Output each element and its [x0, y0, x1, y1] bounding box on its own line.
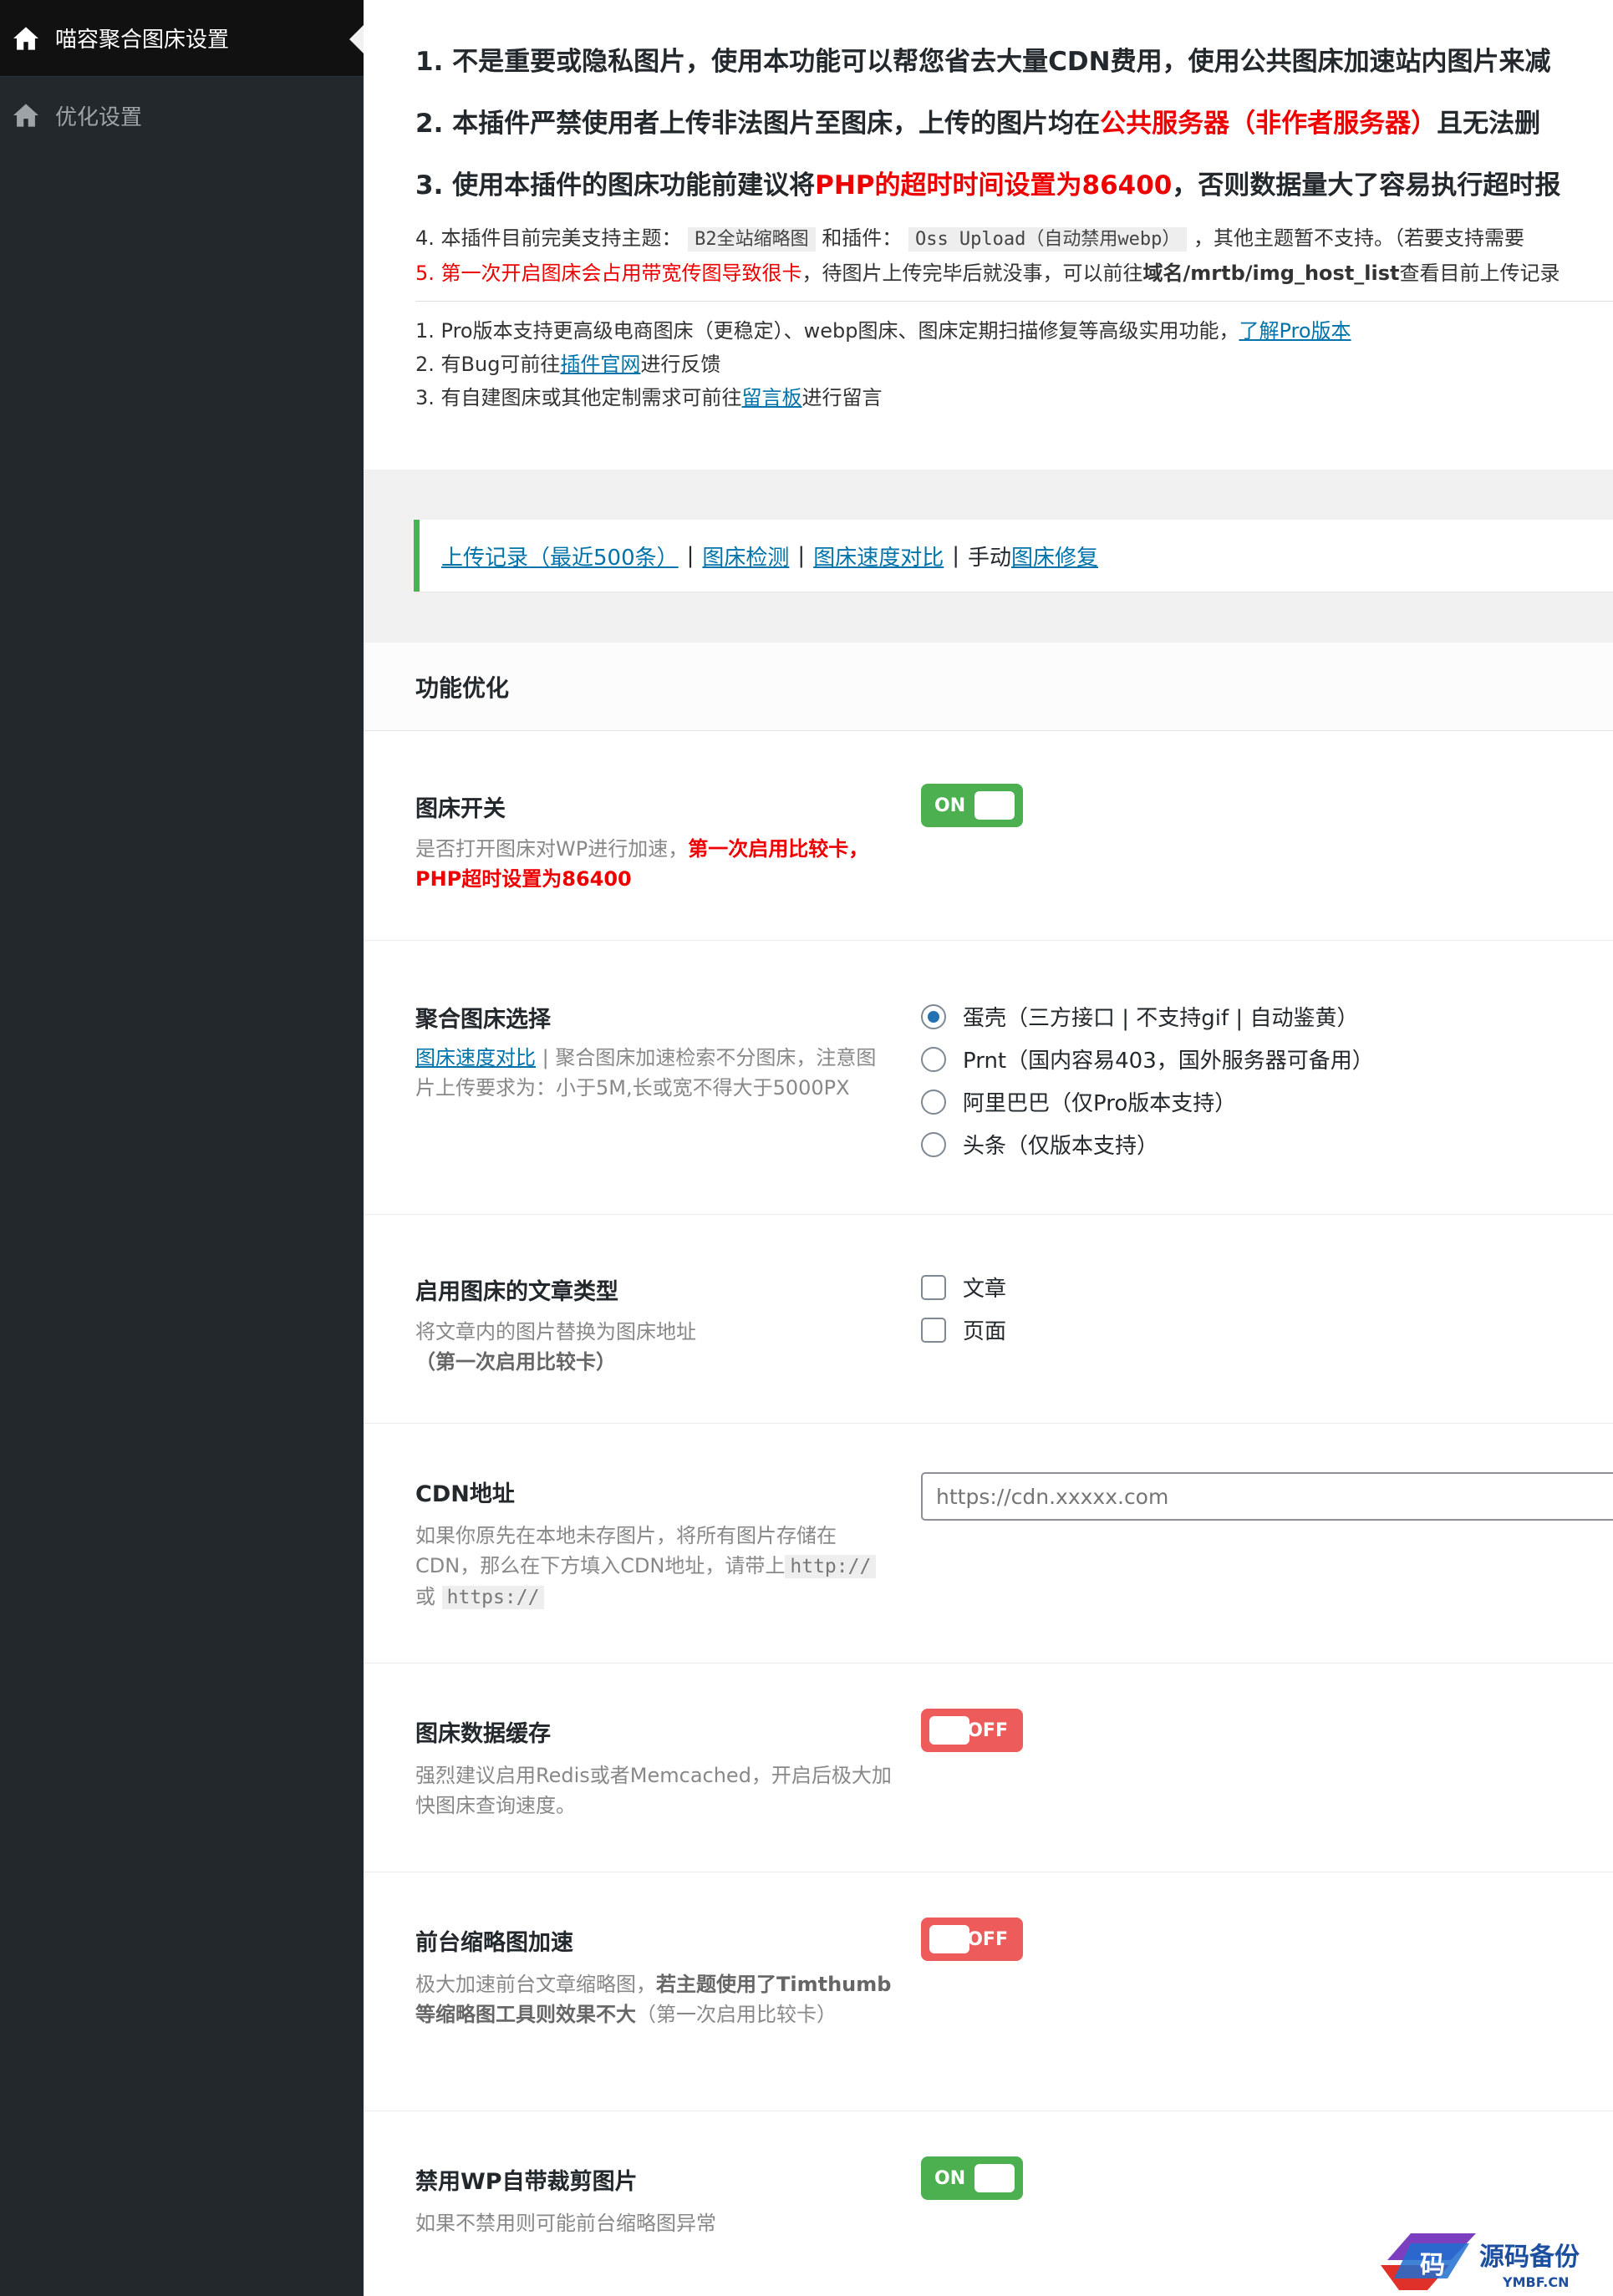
- setting-desc: 如果你原先在本地未存图片，将所有图片存储在CDN，那么在下方填入CDN地址，请带…: [415, 1521, 892, 1613]
- setting-label: 禁用WP自带裁剪图片: [415, 2169, 638, 2195]
- watermark-logo: 码 源码备份 YMBF.CN: [1377, 2227, 1613, 2296]
- setting-desc: 如果不禁用则可能前台缩略图异常: [415, 2212, 716, 2235]
- svg-text:码: 码: [1420, 2251, 1445, 2280]
- svg-text:YMBF.CN: YMBF.CN: [1502, 2274, 1570, 2290]
- speed-compare-link[interactable]: 图床速度对比: [415, 1046, 536, 1069]
- notice-box: 1. 不是重要或隐私图片，使用本功能可以帮您省去大量CDN费用，使用公共图床加速…: [364, 0, 1613, 470]
- setting-label: 图床开关: [415, 796, 506, 822]
- checkbox[interactable]: [921, 1317, 946, 1343]
- sidebar-item-label: 优化设置: [55, 104, 143, 130]
- radio-button[interactable]: [921, 1003, 946, 1029]
- upload-records-link[interactable]: 上传记录（最近500条）: [441, 541, 679, 571]
- host-check-link[interactable]: 图床检测: [702, 541, 789, 571]
- thumbnail-toggle[interactable]: OFF: [921, 1918, 1023, 1961]
- cdn-url-input[interactable]: [921, 1472, 1613, 1521]
- notice-divider: [415, 301, 1613, 302]
- settings-panel: 功能优化 图床开关 是否打开图床对WP进行加速，第一次启用比较卡，PHP超时设置…: [364, 643, 1613, 2296]
- setting-row-thumbnail: 前台缩略图加速 极大加速前台文章缩略图，若主题使用了Timthumb等缩略图工具…: [364, 1872, 1613, 2111]
- setting-desc: 强烈建议启用Redis或者Memcached，开启后极大加快图床查询速度。: [415, 1764, 892, 1817]
- setting-row-cache: 图床数据缓存 强烈建议启用Redis或者Memcached，开启后极大加快图床查…: [364, 1664, 1613, 1872]
- setting-desc: 是否打开图床对WP进行加速，第一次启用比较卡，PHP超时设置为86400: [415, 837, 869, 891]
- sidebar-item-image-host-settings[interactable]: 喵容聚合图床设置: [0, 0, 364, 77]
- setting-row-switch: 图床开关 是否打开图床对WP进行加速，第一次启用比较卡，PHP超时设置为8640…: [364, 732, 1613, 941]
- notice-line-4: 4. 本插件目前完美支持主题： B2全站缩略图 和插件： Oss Upload（…: [415, 226, 1525, 251]
- message-board-link[interactable]: 留言板: [742, 386, 802, 409]
- setting-label: 启用图床的文章类型: [415, 1279, 618, 1305]
- setting-desc: 极大加速前台文章缩略图，若主题使用了Timthumb等缩略图工具则效果不大（第一…: [415, 1973, 892, 2026]
- setting-label: CDN地址: [415, 1481, 515, 1507]
- pro-line-3: 3. 有自建图床或其他定制需求可前往留言板进行留言: [415, 386, 883, 409]
- admin-sidebar: 喵容聚合图床设置 优化设置: [0, 0, 364, 2296]
- checkbox-option-page[interactable]: 页面: [921, 1314, 1006, 1345]
- notice-line-1: 1. 不是重要或隐私图片，使用本功能可以帮您省去大量CDN费用，使用公共图床加速…: [415, 47, 1551, 77]
- disable-crop-toggle[interactable]: ON: [921, 2156, 1023, 2200]
- radio-button[interactable]: [921, 1131, 946, 1157]
- setting-row-post-types: 启用图床的文章类型 将文章内的图片替换为图床地址（第一次启用比较卡） 文章 页面: [364, 1215, 1613, 1424]
- radio-button[interactable]: [921, 1046, 946, 1072]
- pro-version-link[interactable]: 了解Pro版本: [1239, 319, 1351, 343]
- notice-line-2: 2. 本插件严禁使用者上传非法图片至图床，上传的图片均在公共服务器（非作者服务器…: [415, 109, 1541, 139]
- radio-button[interactable]: [921, 1089, 946, 1115]
- radio-option-danke[interactable]: 蛋壳（三方接口 | 不支持gif | 自动鉴黄）: [921, 1001, 1358, 1032]
- setting-row-host: 聚合图床选择 图床速度对比 | 聚合图床加速检索不分图床，注意图片上传要求为：小…: [364, 941, 1613, 1215]
- pro-line-1: 1. Pro版本支持更高级电商图床（更稳定）、webp图床、图床定期扫描修复等高…: [415, 319, 1351, 343]
- notice-line-5: 5. 第一次开启图床会占用带宽传图导致很卡，待图片上传完毕后就没事，可以前往域名…: [415, 262, 1560, 285]
- plugin-site-link[interactable]: 插件官网: [560, 353, 640, 376]
- setting-desc: 图床速度对比 | 聚合图床加速检索不分图床，注意图片上传要求为：小于5M,长或宽…: [415, 1046, 877, 1100]
- main-content: 1. 不是重要或隐私图片，使用本功能可以帮您省去大量CDN费用，使用公共图床加速…: [364, 0, 1613, 2296]
- quick-links-bar: 上传记录（最近500条） | 图床检测 | 图床速度对比 | 手动 图床修复: [414, 520, 1613, 592]
- cache-toggle[interactable]: OFF: [921, 1709, 1023, 1752]
- setting-desc: 将文章内的图片替换为图床地址（第一次启用比较卡）: [415, 1320, 696, 1374]
- speed-compare-link[interactable]: 图床速度对比: [813, 541, 944, 571]
- active-menu-pointer: [349, 25, 364, 53]
- sidebar-item-optimize-settings[interactable]: 优化设置: [0, 77, 364, 154]
- setting-row-cdn: CDN地址 如果你原先在本地未存图片，将所有图片存储在CDN，那么在下方填入CD…: [364, 1424, 1613, 1664]
- radio-option-alibaba[interactable]: 阿里巴巴（仅Pro版本支持）: [921, 1086, 1236, 1117]
- setting-label: 前台缩略图加速: [415, 1930, 573, 1956]
- pro-line-2: 2. 有Bug可前往插件官网进行反馈: [415, 353, 721, 376]
- sidebar-item-label: 喵容聚合图床设置: [55, 28, 230, 53]
- host-repair-link[interactable]: 图床修复: [1011, 541, 1098, 571]
- svg-text:源码备份: 源码备份: [1479, 2243, 1580, 2272]
- watermark-mark-icon: 码 源码备份 YMBF.CN: [1381, 2233, 1580, 2290]
- panel-title: 功能优化: [364, 643, 1613, 731]
- quick-links-bar-wrap: 上传记录（最近500条） | 图床检测 | 图床速度对比 | 手动 图床修复: [414, 520, 1613, 592]
- checkbox-option-post[interactable]: 文章: [921, 1272, 1006, 1303]
- checkbox[interactable]: [921, 1274, 946, 1300]
- image-host-toggle[interactable]: ON: [921, 784, 1023, 827]
- notice-line-3: 3. 使用本插件的图床功能前建议将PHP的超时时间设置为86400，否则数据量大…: [415, 170, 1561, 201]
- home-icon: [13, 104, 38, 127]
- setting-label: 聚合图床选择: [415, 1007, 551, 1033]
- home-icon: [13, 26, 38, 50]
- radio-option-toutiao[interactable]: 头条（仅版本支持）: [921, 1129, 1158, 1160]
- setting-label: 图床数据缓存: [415, 1721, 551, 1747]
- radio-option-prnt[interactable]: Prnt（国内容易403，国外服务器可备用）: [921, 1044, 1374, 1074]
